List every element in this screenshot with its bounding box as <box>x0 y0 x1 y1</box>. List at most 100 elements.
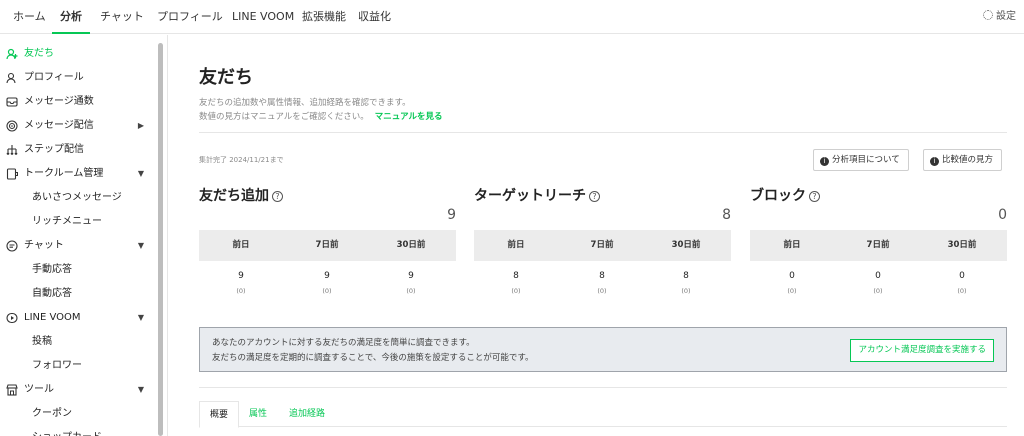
sidebar-item-label: 投稿 <box>32 336 52 347</box>
compare-guide-button[interactable]: i 比較値の見方 <box>923 149 1003 171</box>
header-prev-day: 前日 <box>507 240 525 250</box>
sidebar-item-line-voom[interactable]: LINE VOOM ▼ <box>0 306 156 330</box>
about-metrics-button[interactable]: i 分析項目について <box>813 149 909 171</box>
sidebar-item-label: 自動応答 <box>32 288 72 299</box>
profile-icon <box>6 72 16 84</box>
step-icon <box>6 145 18 155</box>
tab-add-routes[interactable]: 追加経路 <box>289 401 325 427</box>
tab-monetization[interactable]: 収益化 <box>358 0 391 34</box>
metric-title-text: 友だち追加 <box>199 188 269 204</box>
header-7-days: 7日前 <box>315 240 339 250</box>
diff-7-days: (0) <box>322 287 332 295</box>
diff-7-days: (0) <box>597 287 607 295</box>
shop-icon <box>6 384 18 396</box>
sidebar-item-rich-menu[interactable]: リッチメニュー <box>0 210 156 234</box>
comparison-header: 前日 7日前 30日前 <box>474 230 731 261</box>
sidebar-item-shop-card[interactable]: ショップカード <box>0 426 156 436</box>
sidebar-item-message-delivery[interactable]: メッセージ配信 ▶ <box>0 114 156 138</box>
sidebar-item-label: メッセージ配信 <box>24 120 94 131</box>
sidebar-item-message-count[interactable]: メッセージ通数 <box>0 90 156 114</box>
help-icon[interactable]: ? <box>809 191 820 202</box>
tab-line-voom[interactable]: LINE VOOM <box>232 0 294 34</box>
metric-title-text: ブロック <box>750 188 806 204</box>
chevron-down-icon: ▼ <box>137 169 144 178</box>
page-description-manual: 数値の見方はマニュアルをご確認ください。 マニュアルを見る <box>199 110 443 122</box>
diff-30-days: (0) <box>957 287 967 295</box>
header-prev-day: 前日 <box>232 240 250 250</box>
broadcast-icon <box>6 120 18 132</box>
talkroom-icon <box>6 168 18 180</box>
metric-target-reach: ターゲットリーチ? 8 前日 7日前 30日前 8 8 8 (0) (0) (0… <box>474 185 731 295</box>
diff-prev-day: (0) <box>511 287 521 295</box>
tab-chat[interactable]: チャット <box>100 0 144 34</box>
settings-button[interactable]: 設定 <box>983 0 1016 34</box>
sidebar-item-friends[interactable]: 友だち <box>0 42 156 66</box>
metric-friends-added: 友だち追加? 9 前日 7日前 30日前 9 9 9 (0) (0) (0) <box>199 185 456 295</box>
subtabs: 概要 属性 追加経路 <box>199 401 1007 428</box>
about-metrics-label: 分析項目について <box>832 155 900 165</box>
sidebar-item-followers[interactable]: フォロワー <box>0 354 156 378</box>
tab-home[interactable]: ホーム <box>13 0 46 34</box>
value-prev-day: 9 <box>238 271 244 281</box>
settings-label: 設定 <box>996 11 1016 22</box>
run-survey-button[interactable]: アカウント満足度調査を実施する <box>850 339 994 362</box>
inbox-icon <box>6 97 18 107</box>
compare-guide-label: 比較値の見方 <box>942 155 994 165</box>
sidebar-item-label: メッセージ通数 <box>24 96 94 107</box>
sidebar-item-coupon[interactable]: クーポン <box>0 402 156 426</box>
tab-profile[interactable]: プロフィール <box>157 0 223 34</box>
sidebar-item-posts[interactable]: 投稿 <box>0 330 156 354</box>
value-7-days: 8 <box>599 271 605 281</box>
sidebar-scrollbar[interactable] <box>158 43 163 436</box>
sidebar-item-label: リッチメニュー <box>32 216 102 227</box>
banner-text-line2: 友だちの満足度を定期的に調査することで、今後の施策を設定することが可能です。 <box>212 353 534 363</box>
chevron-right-icon: ▶ <box>137 121 144 130</box>
sidebar: 友だち プロフィール メッセージ通数 メッセージ配信 ▶ ステップ配信 トークル… <box>0 35 168 436</box>
header-7-days: 7日前 <box>866 240 890 250</box>
header-30-days: 30日前 <box>396 240 426 250</box>
value-prev-day: 0 <box>789 271 795 281</box>
manual-link[interactable]: マニュアルを見る <box>375 112 443 122</box>
main-content: 友だち 友だちの追加数や属性情報、追加経路を確認できます。 数値の見方はマニュア… <box>169 35 1024 436</box>
value-prev-day: 8 <box>513 271 519 281</box>
page-title: 友だち <box>199 67 253 88</box>
sidebar-item-tools[interactable]: ツール ▼ <box>0 378 156 402</box>
sidebar-item-label: あいさつメッセージ <box>32 192 122 203</box>
sidebar-item-label: ステップ配信 <box>24 144 84 155</box>
sidebar-item-manual-reply[interactable]: 手動応答 <box>0 258 156 282</box>
sidebar-item-chat[interactable]: チャット ▼ <box>0 234 156 258</box>
tab-overview[interactable]: 概要 <box>199 401 240 428</box>
sidebar-item-label: フォロワー <box>32 360 82 371</box>
metric-title: ブロック? <box>750 185 1007 205</box>
value-7-days: 0 <box>875 271 881 281</box>
value-7-days: 9 <box>324 271 330 281</box>
chevron-down-icon: ▼ <box>137 385 144 394</box>
help-icon[interactable]: ? <box>272 191 283 202</box>
sidebar-item-label: クーポン <box>32 408 72 419</box>
chevron-down-icon: ▼ <box>137 241 144 250</box>
sidebar-item-greeting[interactable]: あいさつメッセージ <box>0 186 156 210</box>
header-30-days: 30日前 <box>947 240 977 250</box>
tab-extensions[interactable]: 拡張機能 <box>302 0 346 34</box>
help-icon[interactable]: ? <box>589 191 600 202</box>
tab-attributes[interactable]: 属性 <box>249 401 267 427</box>
sidebar-item-label: プロフィール <box>24 72 84 83</box>
metric-value: 0 <box>998 207 1007 223</box>
metric-title: ターゲットリーチ? <box>474 185 731 205</box>
banner-text-line1: あなたのアカウントに対する友だちの満足度を簡単に調査できます。 <box>212 338 475 348</box>
sidebar-item-auto-reply[interactable]: 自動応答 <box>0 282 156 306</box>
sidebar-item-label: トークルーム管理 <box>24 168 104 179</box>
tab-analysis[interactable]: 分析 <box>52 0 90 34</box>
aggregation-date: 集計完了 2024/11/21まで <box>199 156 284 164</box>
header-7-days: 7日前 <box>590 240 614 250</box>
diff-prev-day: (0) <box>787 287 797 295</box>
header-30-days: 30日前 <box>671 240 701 250</box>
sidebar-item-profile[interactable]: プロフィール <box>0 66 156 90</box>
sidebar-item-label: ツール <box>24 384 54 395</box>
header-prev-day: 前日 <box>783 240 801 250</box>
sidebar-item-label: 手動応答 <box>32 264 72 275</box>
sidebar-item-step-delivery[interactable]: ステップ配信 <box>0 138 156 162</box>
gear-icon <box>983 10 993 20</box>
sidebar-item-talkroom[interactable]: トークルーム管理 ▼ <box>0 162 156 186</box>
friend-icon <box>6 48 18 60</box>
